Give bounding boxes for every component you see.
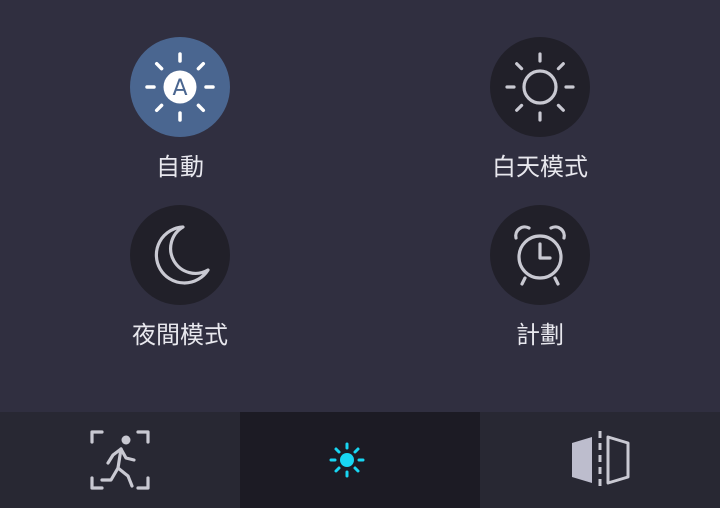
mode-auto-option[interactable]: A 自動 [80, 37, 280, 187]
display-mode-panel: A 自動 白天模式 夜間模式 計劃 [0, 0, 720, 412]
mode-schedule-button[interactable] [490, 205, 590, 305]
mode-schedule-label: 計劃 [516, 321, 564, 349]
day-night-tab-button[interactable] [240, 412, 480, 508]
alarm-clock-icon [514, 225, 566, 286]
mode-day-button[interactable] [490, 37, 590, 137]
sun-icon [505, 52, 575, 122]
mode-auto-button[interactable]: A [130, 37, 230, 137]
page-layout-tab-button[interactable] [480, 412, 720, 508]
mode-auto-label: 自動 [156, 153, 204, 181]
moon-icon [154, 225, 210, 285]
mode-night-label: 夜間模式 [132, 321, 228, 349]
day-night-icon [329, 434, 390, 486]
exit-tab-button[interactable] [0, 412, 240, 508]
mode-day-label: 白天模式 [492, 153, 588, 181]
exit-icon [90, 430, 150, 490]
auto-icon-letter: A [172, 76, 187, 101]
mode-night-button[interactable] [130, 205, 230, 305]
bottom-toolbar [0, 412, 720, 508]
mode-schedule-option[interactable]: 計劃 [440, 205, 640, 355]
mode-night-option[interactable]: 夜間模式 [80, 205, 280, 355]
mode-day-option[interactable]: 白天模式 [440, 37, 640, 187]
auto-brightness-icon: A [145, 52, 215, 122]
page-layout-icon [572, 431, 630, 489]
